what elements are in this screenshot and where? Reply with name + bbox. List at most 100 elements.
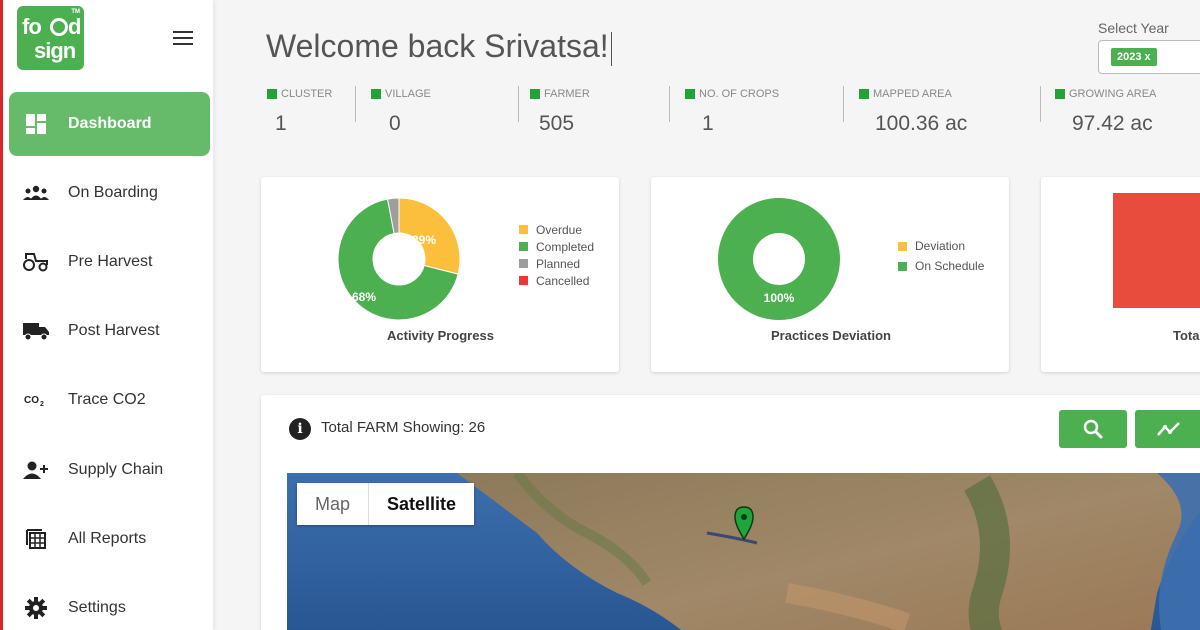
legend-swatch xyxy=(898,261,907,271)
menu-toggle-icon[interactable] xyxy=(173,31,193,47)
card-title: Tota xyxy=(1173,328,1200,343)
farm-map-panel: i Total FARM Showing: 26 Map Satellite xyxy=(261,395,1200,630)
stat-label: MAPPED AREA xyxy=(873,88,952,100)
stat-label: NO. OF CROPS xyxy=(699,88,780,100)
person-add-icon xyxy=(21,460,51,480)
pct-on-schedule-label: 100% xyxy=(764,291,795,305)
sidebar-item-all-reports[interactable]: All Reports xyxy=(9,507,210,571)
gear-icon xyxy=(21,597,51,619)
sidebar-item-pre-harvest[interactable]: Pre Harvest xyxy=(9,230,210,294)
page-title: Welcome back Srivatsa! xyxy=(266,28,612,66)
info-icon: i xyxy=(289,418,311,440)
sidebar-item-label: Settings xyxy=(68,599,126,616)
stat-value: 505 xyxy=(539,112,575,135)
svg-text:CO: CO xyxy=(24,395,39,406)
satellite-map[interactable]: Map Satellite xyxy=(287,473,1200,630)
sidebar-item-label: On Boarding xyxy=(68,184,158,201)
stat-label: GROWING AREA xyxy=(1069,88,1157,100)
stat-divider xyxy=(355,86,356,122)
stat-no-of-crops: NO. OF CROPS 1 xyxy=(685,88,779,148)
stat-value: 0 xyxy=(389,112,401,135)
stat-marker xyxy=(267,89,277,99)
legend-swatch xyxy=(519,276,528,285)
legend-label: Deviation xyxy=(915,239,966,253)
tractor-icon xyxy=(21,252,51,272)
card-title: Activity Progress xyxy=(387,328,494,343)
stat-divider xyxy=(843,86,844,122)
sidebar-item-label: Pre Harvest xyxy=(68,253,153,270)
legend-swatch xyxy=(519,225,528,234)
stat-village: VILLAGE 0 xyxy=(371,88,431,148)
donut-slice-on-schedule[interactable] xyxy=(718,198,840,320)
year-chip[interactable]: 2023 x xyxy=(1111,48,1157,66)
stat-value: 97.42 ac xyxy=(1072,112,1153,135)
stat-divider xyxy=(669,86,670,122)
dashboard-icon xyxy=(21,113,51,135)
total-bar xyxy=(1113,193,1200,308)
practices-deviation-card: 100% Deviation On Schedule Practices Dev… xyxy=(651,177,1009,372)
sidebar-item-post-harvest[interactable]: Post Harvest xyxy=(9,299,210,363)
pct-overdue-label: 29% xyxy=(412,233,436,247)
legend-label: On Schedule xyxy=(915,259,985,273)
group-icon xyxy=(21,185,51,201)
search-icon xyxy=(1083,419,1103,439)
map-type-map-button[interactable]: Map xyxy=(297,483,368,525)
stat-marker xyxy=(530,89,540,99)
co2-icon: CO 2 xyxy=(21,393,51,407)
legend-item-on-schedule[interactable]: On Schedule xyxy=(898,256,984,276)
legend-item-cancelled[interactable]: Cancelled xyxy=(519,272,594,289)
trend-button[interactable] xyxy=(1135,410,1200,448)
sidebar-item-label: All Reports xyxy=(68,530,147,547)
legend-item-planned[interactable]: Planned xyxy=(519,255,594,272)
sidebar-item-label: Post Harvest xyxy=(68,322,160,339)
stat-marker xyxy=(859,89,869,99)
sidebar-item-dashboard[interactable]: Dashboard xyxy=(9,92,210,156)
year-select-label: Select Year xyxy=(1098,20,1169,36)
total-card: Tota xyxy=(1041,177,1200,372)
map-type-satellite-button[interactable]: Satellite xyxy=(368,483,474,525)
practices-deviation-chart: 100% xyxy=(718,198,840,320)
card-title: Practices Deviation xyxy=(771,328,891,343)
farm-count: Total FARM Showing: 26 xyxy=(321,419,486,436)
sidebar-item-label: Trace CO2 xyxy=(68,391,146,408)
stat-farmer: FARMER 505 xyxy=(530,88,590,148)
legend-swatch xyxy=(898,241,907,251)
svg-text:2: 2 xyxy=(40,401,44,407)
stat-growing-area: GROWING AREA 97.42 ac xyxy=(1055,88,1156,148)
foodsign-logo[interactable]: fo d sign TM xyxy=(17,6,84,70)
sidebar: fo d sign TM Dashboard On Boarding Pre Ha… xyxy=(0,0,213,630)
welcome-text: Welcome back Srivatsa! xyxy=(266,28,609,64)
stat-label: VILLAGE xyxy=(385,88,431,100)
legend-label: Completed xyxy=(536,239,595,254)
sidebar-item-supply-chain[interactable]: Supply Chain xyxy=(9,438,210,502)
text-caret xyxy=(610,31,612,66)
stat-value: 1 xyxy=(275,112,287,135)
stat-divider xyxy=(1040,86,1041,122)
legend-label: Cancelled xyxy=(536,273,590,288)
sidebar-item-on-boarding[interactable]: On Boarding xyxy=(9,161,210,225)
reports-icon xyxy=(21,528,51,550)
legend-item-overdue[interactable]: Overdue xyxy=(519,221,594,238)
stat-divider xyxy=(518,86,519,122)
stat-value: 100.36 ac xyxy=(875,112,968,135)
stat-mapped-area: MAPPED AREA 100.36 ac xyxy=(859,88,967,148)
activity-progress-chart: 29% 68% xyxy=(337,197,461,321)
map-type-toggle: Map Satellite xyxy=(297,483,475,525)
legend-item-deviation[interactable]: Deviation xyxy=(898,236,984,256)
legend-label: Planned xyxy=(536,256,581,271)
activity-legend: Overdue Completed Planned Cancelled xyxy=(519,221,594,289)
sidebar-item-settings[interactable]: Settings xyxy=(9,576,210,630)
stat-label: CLUSTER xyxy=(281,88,333,100)
legend-item-completed[interactable]: Completed xyxy=(519,238,594,255)
search-button[interactable] xyxy=(1059,410,1127,448)
stat-label: FARMER xyxy=(544,88,590,100)
stat-marker xyxy=(1055,89,1065,99)
legend-label: Overdue xyxy=(536,222,583,237)
deviation-legend: Deviation On Schedule xyxy=(898,236,984,276)
activity-progress-card: 29% 68% Overdue Completed Planned Cancel… xyxy=(261,177,619,372)
trend-icon xyxy=(1157,422,1180,436)
truck-icon xyxy=(21,321,51,341)
sidebar-item-label: Dashboard xyxy=(68,115,152,132)
year-select[interactable]: 2023 x xyxy=(1098,40,1200,74)
sidebar-item-trace-co2[interactable]: CO 2 Trace CO2 xyxy=(9,368,210,432)
